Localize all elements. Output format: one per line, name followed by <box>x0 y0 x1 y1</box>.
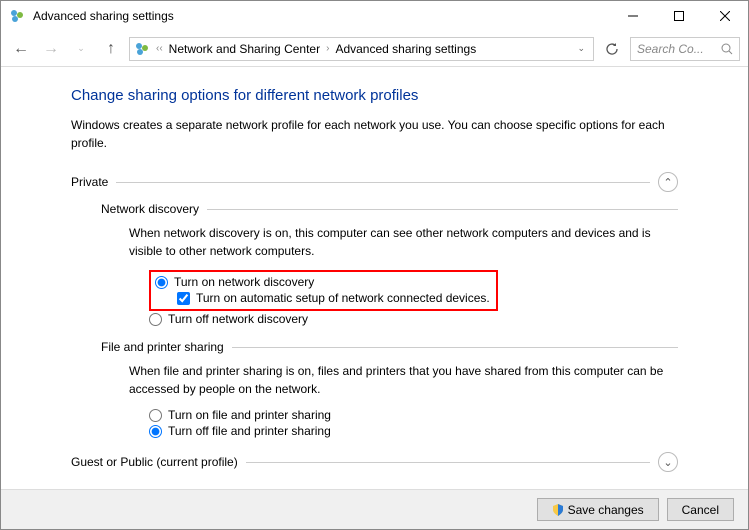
minimize-button[interactable] <box>610 1 656 31</box>
refresh-button[interactable] <box>600 37 624 61</box>
recent-dropdown[interactable]: ⌄ <box>69 37 93 61</box>
shield-icon <box>552 504 564 516</box>
content-area: Change sharing options for different net… <box>1 67 748 489</box>
subsection-file-printer: File and printer sharing When file and p… <box>101 340 678 438</box>
breadcrumb-item[interactable]: Network and Sharing Center <box>169 42 320 56</box>
section-label: Guest or Public (current profile) <box>71 455 238 469</box>
chevron-up-icon[interactable]: ⌃ <box>658 172 678 192</box>
search-icon <box>721 43 733 55</box>
chevron-right-icon: › <box>326 43 329 54</box>
radio-label: Turn off file and printer sharing <box>168 424 331 438</box>
cancel-button[interactable]: Cancel <box>667 498 734 521</box>
app-icon <box>9 8 25 24</box>
radio-label: Turn on network discovery <box>174 275 314 289</box>
breadcrumb-sep: ‹‹ <box>156 43 163 54</box>
window-title: Advanced sharing settings <box>33 9 610 23</box>
page-intro: Windows creates a separate network profi… <box>71 116 678 152</box>
radio-label: Turn off network discovery <box>168 312 308 326</box>
chevron-down-icon[interactable]: ⌄ <box>658 452 678 472</box>
section-guest-header[interactable]: Guest or Public (current profile) ⌄ <box>71 452 678 472</box>
section-private-header[interactable]: Private ⌃ <box>71 172 678 192</box>
section-label: Private <box>71 175 108 189</box>
forward-button[interactable]: → <box>39 37 63 61</box>
titlebar: Advanced sharing settings <box>1 1 748 31</box>
radio-label: Turn on file and printer sharing <box>168 408 331 422</box>
network-icon <box>134 41 150 57</box>
radio-nd-on[interactable] <box>155 276 168 289</box>
highlight-box: Turn on network discovery Turn on automa… <box>149 270 498 311</box>
page-heading: Change sharing options for different net… <box>71 87 678 104</box>
radio-fp-off[interactable] <box>149 425 162 438</box>
divider <box>207 209 678 210</box>
subsection-title: Network discovery <box>101 202 199 216</box>
divider <box>232 347 678 348</box>
button-label: Cancel <box>682 503 719 517</box>
save-changes-button[interactable]: Save changes <box>537 498 659 521</box>
up-button[interactable]: ↑ <box>99 37 123 61</box>
navbar: ← → ⌄ ↑ ‹‹ Network and Sharing Center › … <box>1 31 748 67</box>
button-label: Save changes <box>568 503 644 517</box>
search-placeholder: Search Co... <box>637 42 717 56</box>
radio-nd-off[interactable] <box>149 313 162 326</box>
maximize-button[interactable] <box>656 1 702 31</box>
checkbox-label: Turn on automatic setup of network conne… <box>196 291 490 305</box>
footer: Save changes Cancel <box>1 489 748 529</box>
breadcrumb-dropdown[interactable]: ⌄ <box>573 43 589 54</box>
radio-fp-on[interactable] <box>149 409 162 422</box>
breadcrumb-item[interactable]: Advanced sharing settings <box>335 42 476 56</box>
breadcrumb[interactable]: ‹‹ Network and Sharing Center › Advanced… <box>129 37 594 61</box>
subsection-desc: When file and printer sharing is on, fil… <box>129 362 678 398</box>
search-input[interactable]: Search Co... <box>630 37 740 61</box>
window-controls <box>610 1 748 31</box>
subsection-network-discovery: Network discovery When network discovery… <box>101 202 678 326</box>
divider <box>246 462 650 463</box>
checkbox-auto-setup[interactable] <box>177 292 190 305</box>
close-button[interactable] <box>702 1 748 31</box>
subsection-title: File and printer sharing <box>101 340 224 354</box>
subsection-desc: When network discovery is on, this compu… <box>129 224 678 260</box>
divider <box>116 182 650 183</box>
back-button[interactable]: ← <box>9 37 33 61</box>
